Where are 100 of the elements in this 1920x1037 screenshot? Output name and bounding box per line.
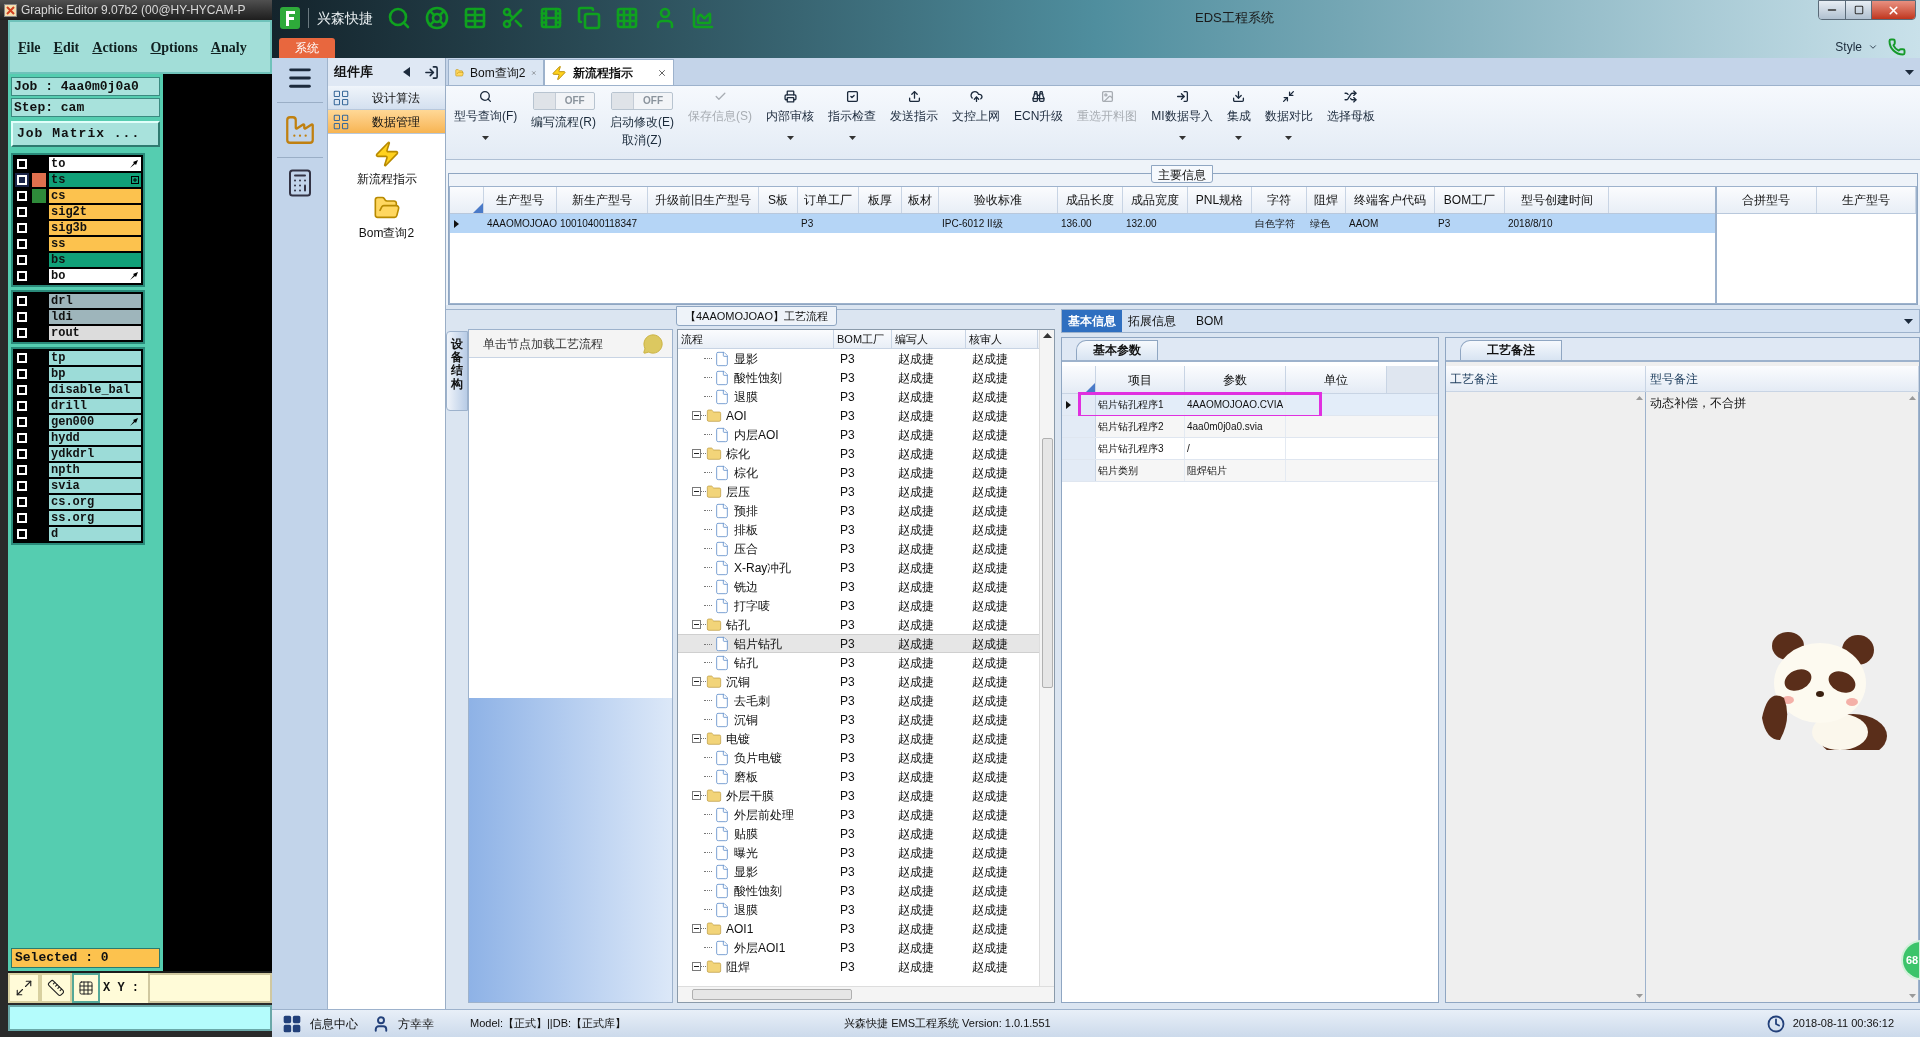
horizontal-scrollbar[interactable] (678, 986, 1054, 1002)
column-header[interactable]: 成品长度 (1058, 187, 1123, 213)
layer-bar[interactable]: to (49, 157, 141, 171)
tree-row[interactable]: 预排 P3 赵成捷 赵成捷 (678, 501, 1039, 520)
layer-select-cell[interactable] (15, 221, 29, 235)
layer-select-cell[interactable] (15, 253, 29, 267)
tree-row[interactable]: 排板 P3 赵成捷 赵成捷 (678, 520, 1039, 539)
collapse-icon[interactable] (692, 734, 701, 743)
toolbar-button[interactable]: MI数据导入 (1147, 86, 1217, 140)
layer-select-cell[interactable] (15, 205, 29, 219)
style-menu[interactable]: Style (1835, 38, 1878, 56)
menu-item[interactable]: Analy (210, 36, 247, 58)
toolbar-button[interactable]: 集成 (1222, 86, 1255, 140)
layer-bar[interactable]: svia (49, 479, 141, 493)
tree-row[interactable]: 退膜 P3 赵成捷 赵成捷 (678, 900, 1039, 919)
lifebuoy-icon[interactable] (425, 6, 449, 30)
layer-bar[interactable]: d (49, 527, 141, 541)
column-header[interactable]: 终端客户代码 (1346, 187, 1435, 213)
tree-row[interactable]: AOI1 P3 赵成捷 赵成捷 (678, 919, 1039, 938)
tree-row[interactable]: 钻孔 P3 赵成捷 赵成捷 (678, 615, 1039, 634)
table-icon[interactable] (463, 6, 487, 30)
column-header[interactable]: 参数 (1185, 366, 1286, 393)
minimize-button[interactable] (1819, 1, 1845, 19)
tree-row[interactable]: 压合 P3 赵成捷 赵成捷 (678, 539, 1039, 558)
column-header[interactable]: 合拼型号 (1717, 187, 1817, 213)
copy-icon[interactable] (577, 6, 601, 30)
toolbar-button[interactable]: 内部审核 (762, 86, 818, 140)
column-header[interactable]: 编写人 (892, 330, 966, 348)
layer-select-cell[interactable] (15, 367, 29, 381)
search-icon[interactable] (387, 6, 411, 30)
grid-button[interactable] (72, 973, 100, 1003)
layer-select-cell[interactable] (15, 326, 29, 340)
tree-row[interactable]: 外层AOI1 P3 赵成捷 赵成捷 (678, 938, 1039, 957)
collapse-icon[interactable] (692, 962, 701, 971)
column-header[interactable]: 板材 (902, 187, 939, 213)
layer-select-cell[interactable] (15, 383, 29, 397)
toolbar-button[interactable]: 指示检查 (824, 86, 880, 140)
phone-icon[interactable] (1888, 38, 1906, 56)
tree-row[interactable]: 负片电镀 P3 赵成捷 赵成捷 (678, 748, 1039, 767)
layer-bar[interactable]: bp (49, 367, 141, 381)
tree-row[interactable]: 贴膜 P3 赵成捷 赵成捷 (678, 824, 1039, 843)
layer-bar[interactable]: bo (49, 269, 141, 283)
column-header[interactable]: 型号备注 (1646, 366, 1919, 391)
command-field[interactable] (8, 1005, 272, 1031)
layer-select-cell[interactable] (15, 399, 29, 413)
xy-input-field[interactable] (148, 973, 272, 1003)
tree-row[interactable]: 沉铜 P3 赵成捷 赵成捷 (678, 710, 1039, 729)
column-header[interactable]: 阻焊 (1307, 187, 1346, 213)
layer-bar[interactable]: drl (49, 294, 141, 308)
collapse-icon[interactable] (692, 487, 701, 496)
layer-select-cell[interactable] (15, 463, 29, 477)
detail-tab[interactable]: 基本信息 (1062, 310, 1122, 332)
layer-bar[interactable]: hydd (49, 431, 141, 445)
layer-select-cell[interactable] (15, 479, 29, 493)
layer-bar[interactable]: npth (49, 463, 141, 477)
column-header[interactable]: 板厚 (859, 187, 902, 213)
collapse-icon[interactable] (692, 924, 701, 933)
collapse-icon[interactable] (692, 791, 701, 800)
tree-row[interactable]: 棕化 P3 赵成捷 赵成捷 (678, 444, 1039, 463)
menu-item[interactable]: Options (150, 36, 198, 58)
tree-row[interactable]: 酸性蚀刻 P3 赵成捷 赵成捷 (678, 881, 1039, 900)
layer-select-cell[interactable] (15, 310, 29, 324)
tree-row[interactable]: 去毛刺 P3 赵成捷 赵成捷 (678, 691, 1039, 710)
close-button[interactable] (1871, 1, 1915, 19)
layer-bar[interactable]: sig3b (49, 221, 141, 235)
column-header[interactable]: 新生产型号 (557, 187, 648, 213)
column-header[interactable]: 项目 (1096, 366, 1185, 393)
tree-row[interactable]: X-Ray冲孔 P3 赵成捷 赵成捷 (678, 558, 1039, 577)
collapse-icon[interactable] (692, 620, 701, 629)
layer-bar[interactable]: cs (49, 189, 141, 203)
job-matrix-button[interactable]: Job Matrix ... (11, 121, 160, 147)
layer-bar[interactable]: ldi (49, 310, 141, 324)
layer-select-cell[interactable] (15, 431, 29, 445)
layer-bar[interactable]: ts (49, 173, 141, 187)
angle-button[interactable] (40, 973, 72, 1003)
toolbar-button[interactable]: ECN升级 (1010, 86, 1068, 125)
shortcut-item[interactable]: 新流程指示 (328, 140, 445, 188)
section-tab[interactable]: 工艺备注 (1460, 340, 1562, 360)
layer-bar[interactable]: rout (49, 326, 141, 340)
collapse-icon[interactable] (692, 449, 701, 458)
layer-bar[interactable]: drill (49, 399, 141, 413)
tree-row[interactable]: 显影 P3 赵成捷 赵成捷 (678, 862, 1039, 881)
tree-row[interactable]: 打字唛 P3 赵成捷 赵成捷 (678, 596, 1039, 615)
menu-item[interactable]: File (18, 36, 41, 58)
vertical-tab[interactable]: 设备结构 (446, 331, 468, 411)
layer-select-cell[interactable] (15, 447, 29, 461)
tree-row[interactable]: 曝光 P3 赵成捷 赵成捷 (678, 843, 1039, 862)
tree-row[interactable]: 钻孔 P3 赵成捷 赵成捷 (678, 653, 1039, 672)
tree-row[interactable]: 阻焊 P3 赵成捷 赵成捷 (678, 957, 1039, 976)
table-row[interactable]: 铝片钻孔程序1 4AAOMOJOAO.CVIA (1062, 394, 1438, 416)
tree-row[interactable]: 外层前处理 P3 赵成捷 赵成捷 (678, 805, 1039, 824)
layer-bar[interactable]: ss (49, 237, 141, 251)
column-header[interactable]: 生产型号 (1816, 187, 1916, 213)
toolbar-button[interactable]: 文控上网 (948, 86, 1004, 125)
category-item[interactable]: 数据管理 (328, 110, 445, 134)
section-tab[interactable]: 基本参数 (1076, 340, 1158, 360)
layer-bar[interactable]: cs.org (49, 495, 141, 509)
table-row[interactable]: 铝片钻孔程序3 / (1062, 438, 1438, 460)
column-header[interactable]: 字符 (1252, 187, 1307, 213)
column-header[interactable]: 成品宽度 (1123, 187, 1188, 213)
